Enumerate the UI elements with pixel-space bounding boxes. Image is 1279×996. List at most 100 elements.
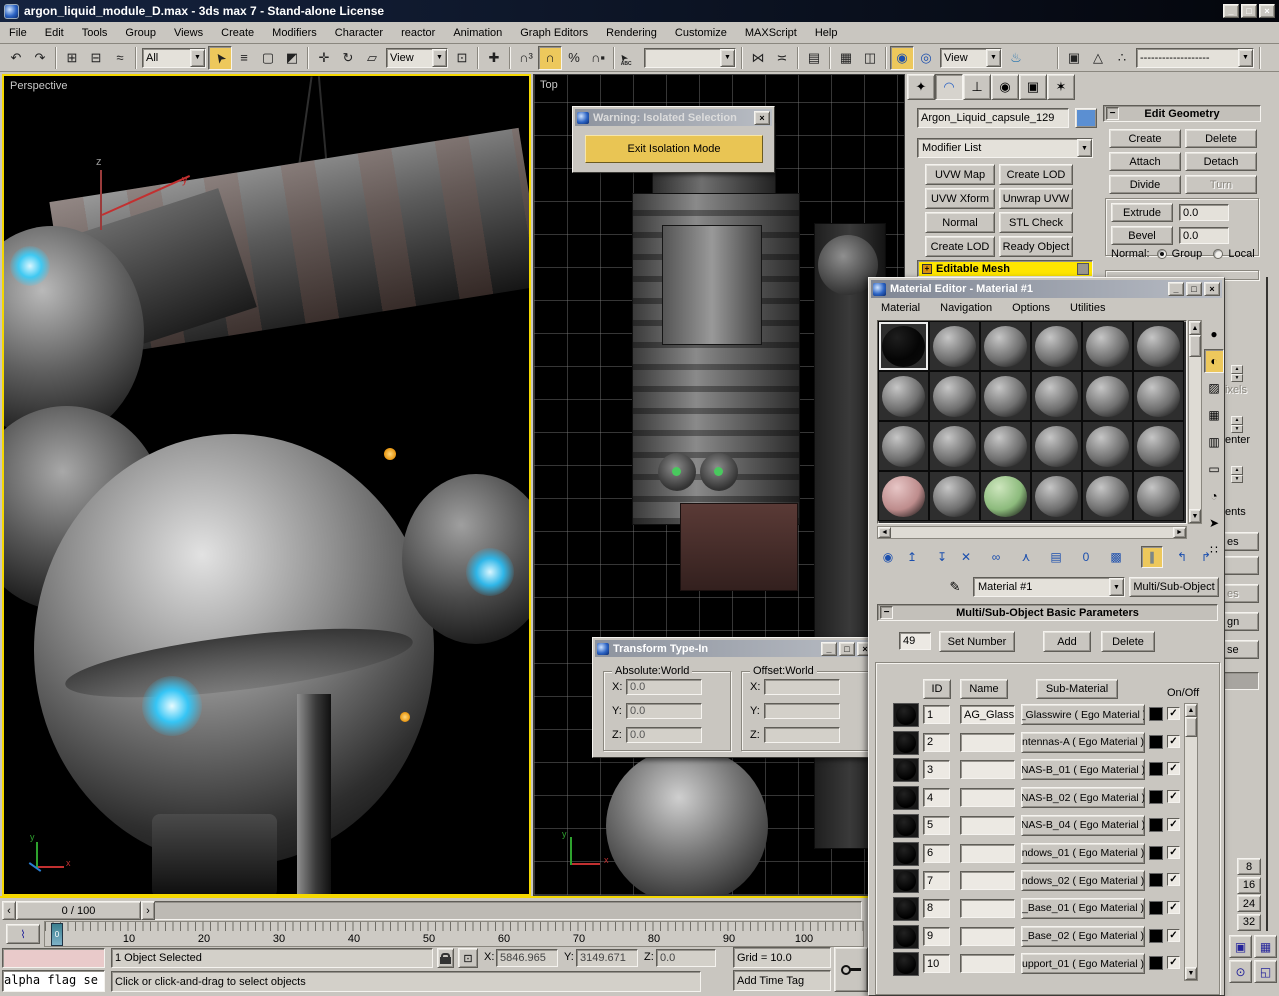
sub-material-swatch[interactable] [893,869,919,893]
modifier-button-normal[interactable]: Normal [925,212,995,233]
reference-coordinate-dropdown[interactable]: View▼ [386,48,448,68]
viewport-top-label[interactable]: Top [540,79,558,91]
material-sample-slot-9[interactable] [980,371,1031,421]
sort-by-name-button[interactable]: Name [960,679,1008,699]
z-coord-field[interactable]: 0.0 [656,949,716,967]
off-x-field[interactable] [764,679,840,695]
material-id-channel-icon[interactable]: 0 [1075,546,1097,568]
menu-help[interactable]: Help [806,24,847,42]
sub-material-button[interactable]: NAS-B_04 ( Ego Material ) [1021,815,1145,836]
zoom-extents-all-button[interactable]: ▦ [1254,935,1277,958]
sub-material-onoff-checkbox[interactable]: ✓ [1167,790,1180,803]
schematic-view-icon[interactable]: ◫ [858,46,882,70]
material-editor-menu-material[interactable]: Material [871,300,930,316]
normal-group-radio[interactable] [1157,249,1167,259]
selection-filter-dropdown[interactable]: All▼ [142,48,206,68]
sub-material-id-field[interactable]: 7 [923,871,950,890]
set-number-button[interactable]: Set Number [939,631,1015,652]
menu-character[interactable]: Character [326,24,392,42]
material-sample-slot-16[interactable] [1031,421,1082,471]
render-type-icon[interactable]: ◎ [914,46,938,70]
extras-preset-dropdown-arrow-icon[interactable]: ▼ [1238,49,1253,67]
sub-material-button[interactable]: _Glasswire ( Ego Material ) [1021,704,1145,725]
sub-material-id-field[interactable]: 1 [923,705,950,724]
material-name-arrow-icon[interactable]: ▼ [1109,578,1124,596]
material-editor-menu-options[interactable]: Options [1002,300,1060,316]
time-forward-button[interactable]: › [141,901,155,920]
sub-material-button[interactable]: _Base_02 ( Ego Material ) [1021,926,1145,947]
material-sample-slot-12[interactable] [1133,371,1184,421]
edit-geometry-delete-button[interactable]: Delete [1185,129,1257,148]
menu-graph-editors[interactable]: Graph Editors [511,24,597,42]
object-name-field[interactable]: Argon_Liquid_capsule_129 [917,108,1069,128]
maxscript-mini-listener-pink[interactable] [2,948,105,968]
modifier-button-ready-object[interactable]: Ready Object [999,236,1073,257]
modifier-button-uvw-map[interactable]: UVW Map [925,164,995,185]
sub-material-name-field[interactable] [960,899,1015,918]
sub-material-swatch[interactable] [893,786,919,810]
sub-material-color-swatch[interactable] [1149,762,1163,776]
material-sample-slot-4[interactable] [1031,321,1082,371]
edit-geometry-divide-button[interactable]: Divide [1109,175,1181,194]
modifier-button-stl-check[interactable]: STL Check [999,212,1073,233]
sub-material-swatch[interactable] [893,897,919,921]
menu-views[interactable]: Views [165,24,212,42]
sort-by-submaterial-button[interactable]: Sub-Material [1036,679,1118,699]
modifier-button-unwrap-uvw[interactable]: Unwrap UVW [999,188,1073,209]
edge-fragment-button[interactable]: gn [1223,612,1259,631]
sub-material-color-swatch[interactable] [1149,901,1163,915]
menu-edit[interactable]: Edit [36,24,73,42]
material-sample-slot-5[interactable] [1082,321,1133,371]
menu-reactor[interactable]: reactor [392,24,444,42]
sub-material-name-field[interactable] [960,733,1015,752]
material-sample-slot-20[interactable] [929,471,980,521]
material-sample-slot-22[interactable] [1031,471,1082,521]
track-bar-marker[interactable]: 0 [51,923,63,946]
edge-fragment-button[interactable]: es [1223,532,1259,551]
x-coord-field[interactable]: 5846.965 [496,949,558,967]
stack-item-editable-mesh[interactable]: Editable Mesh [936,263,1077,275]
material-sample-slot-15[interactable] [980,421,1031,471]
smoothing-group-button-32[interactable]: 32 [1237,914,1261,931]
utilities-tab[interactable]: ✶ [1047,74,1075,100]
sub-material-id-field[interactable]: 4 [923,788,950,807]
list-scroll-up-icon[interactable]: ▲ [1185,704,1197,717]
modifier-button-uvw-xform[interactable]: UVW Xform [925,188,995,209]
go-forward-to-sibling-icon[interactable]: ↱ [1195,546,1217,568]
menu-customize[interactable]: Customize [666,24,736,42]
make-material-copy-icon[interactable]: ∞ [985,546,1007,568]
set-key-button[interactable] [834,947,868,992]
get-material-icon[interactable]: ◉ [877,546,899,568]
sub-material-button[interactable]: _Base_01 ( Ego Material ) [1021,898,1145,919]
object-color-swatch[interactable] [1075,108,1097,128]
spinner-snap-toggle-icon[interactable]: ∩▪ [586,46,610,70]
modifier-list-dropdown[interactable]: Modifier List ▼ [917,138,1093,158]
edge-spinner-3[interactable]: ▲▼ [1231,466,1243,483]
extras-cube-icon[interactable]: ▣ [1062,46,1086,70]
sub-material-id-field[interactable]: 9 [923,927,950,946]
zoom-extents-button[interactable]: ▣ [1229,935,1252,958]
menu-file[interactable]: File [0,24,36,42]
material-sample-slot-6[interactable] [1133,321,1184,371]
material-sample-slot-7[interactable] [878,371,929,421]
angle-snap-toggle-icon[interactable]: ∩ [538,46,562,70]
edit-geometry-detach-button[interactable]: Detach [1185,152,1257,171]
material-editor-close-button[interactable]: × [1204,282,1220,296]
material-type-button[interactable]: Multi/Sub-Object [1129,577,1219,597]
sub-material-color-swatch[interactable] [1149,707,1163,721]
edit-geometry-collapse-icon[interactable]: − [1106,107,1119,120]
absolute-relative-coords-toggle[interactable]: ⊡ [458,948,478,968]
sub-material-id-field[interactable]: 2 [923,733,950,752]
layer-manager-icon[interactable]: ▤ [802,46,826,70]
sub-material-swatch[interactable] [893,731,919,755]
menu-modifiers[interactable]: Modifiers [263,24,326,42]
sub-material-onoff-checkbox[interactable]: ✓ [1167,956,1180,969]
close-button[interactable]: × [1259,4,1275,18]
options-icon[interactable]: ◔ [1204,484,1224,508]
stack-expand-icon[interactable]: + [922,264,932,274]
abs-y-field[interactable]: 0.0 [626,703,702,719]
sub-material-name-field[interactable] [960,954,1015,973]
material-sample-slot-19[interactable] [878,471,929,521]
scroll-up-icon[interactable]: ▲ [1189,321,1201,335]
motion-tab[interactable]: ◉ [991,74,1019,100]
